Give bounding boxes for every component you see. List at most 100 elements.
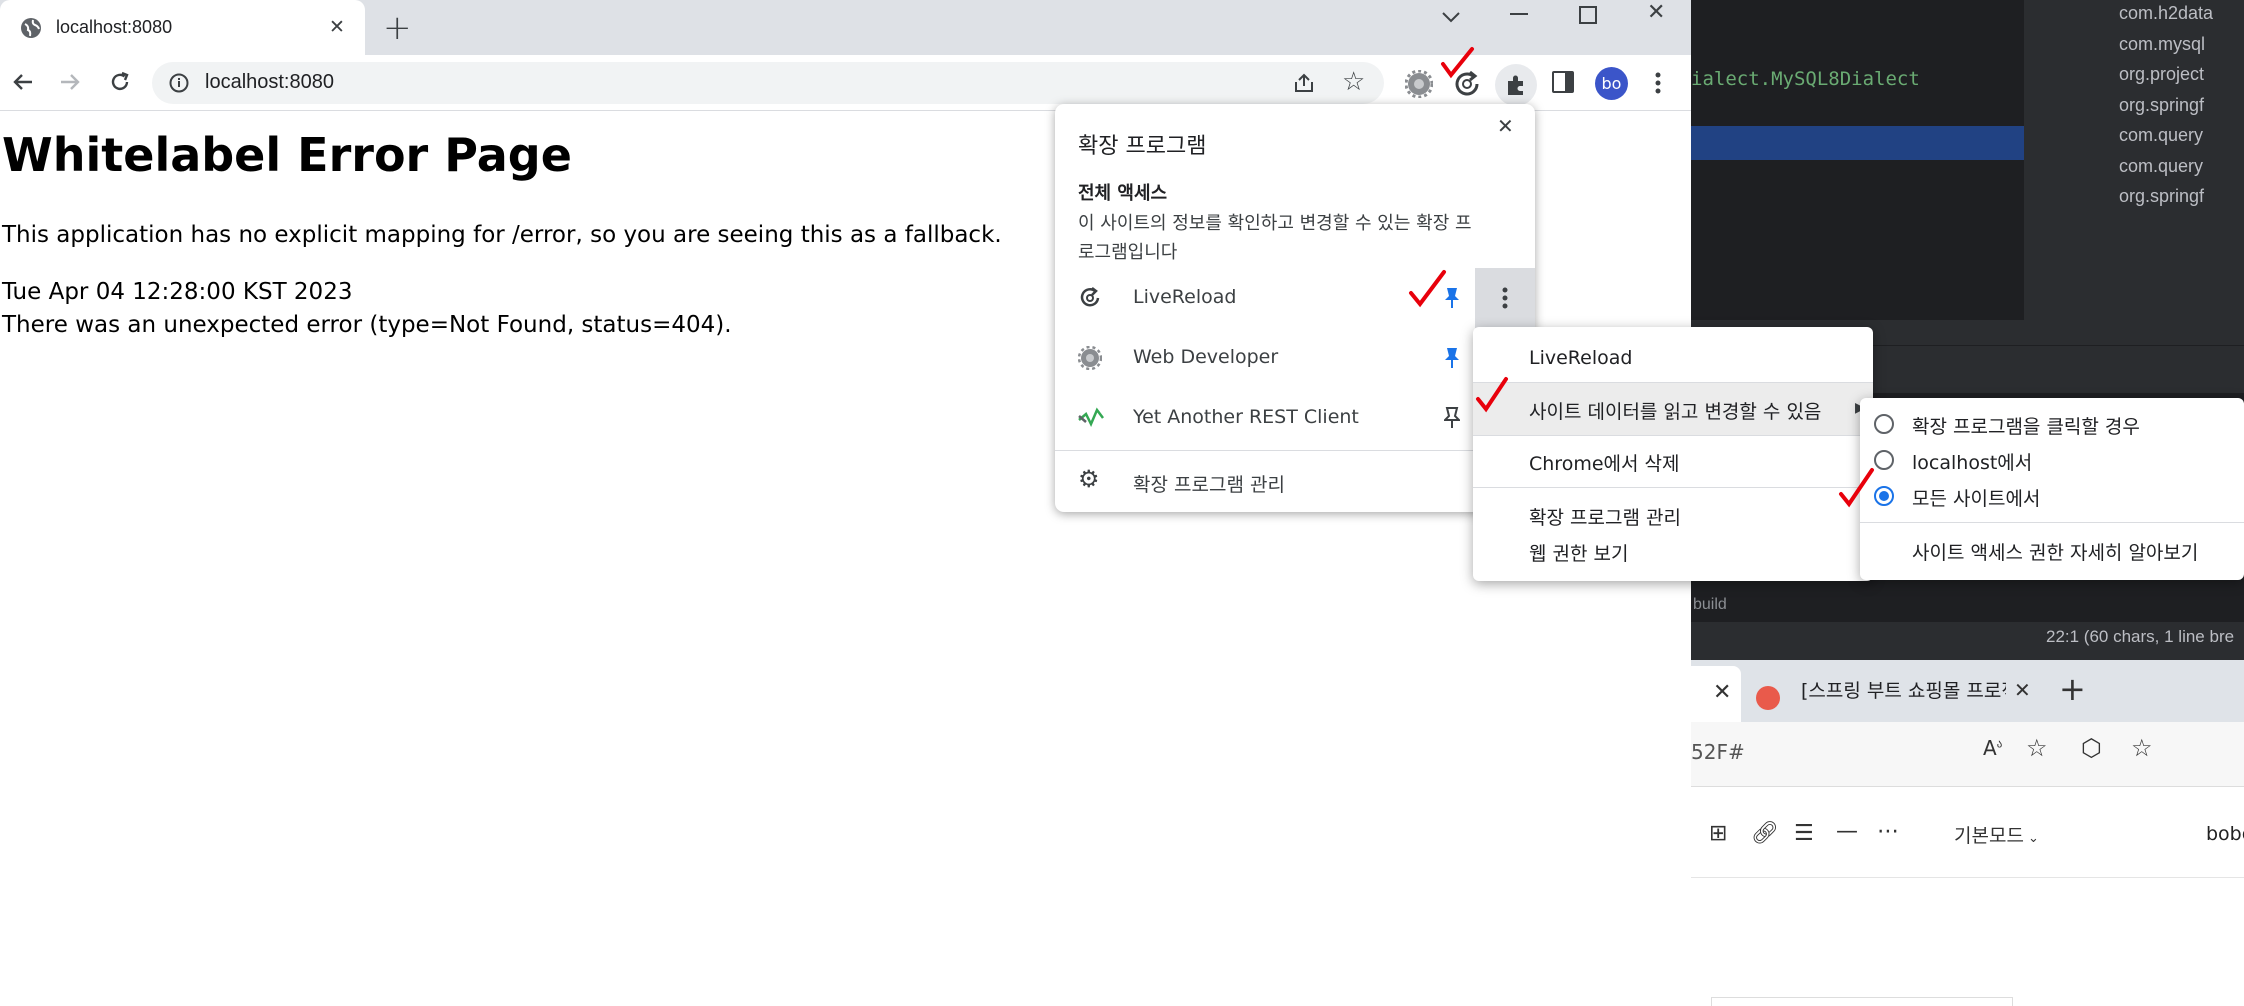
omnibox[interactable]: ☆: [152, 62, 1384, 104]
divider: [1860, 522, 2244, 523]
read-aloud-icon[interactable]: Aა: [1983, 736, 2002, 760]
ide-editor: [1691, 0, 2024, 320]
extensions-icon[interactable]: ⬡: [2081, 734, 2102, 762]
list-icon[interactable]: ☰: [1794, 821, 1814, 846]
yarc-icon: [1078, 406, 1104, 430]
menu-item-site-data[interactable]: 사이트 데이터를 읽고 변경할 수 있음 ▶: [1473, 383, 1873, 435]
learn-more-link[interactable]: 사이트 액세스 권한 자세히 알아보기: [1912, 538, 2198, 565]
tree-item[interactable]: com.mysql: [2119, 29, 2213, 60]
web-developer-toolbar-icon[interactable]: [1405, 70, 1433, 98]
tree-item[interactable]: org.project: [2119, 59, 2213, 90]
red-check-annotation-icon: [1408, 268, 1448, 310]
menu-item-label: 사이트 데이터를 읽고 변경할 수 있음: [1529, 401, 1822, 423]
extension-name: LiveReload: [1133, 286, 1237, 308]
extension-row-yarc[interactable]: Yet Another REST Client: [1055, 388, 1535, 448]
extension-row-livereload[interactable]: LiveReload: [1055, 268, 1535, 328]
avatar[interactable]: bo: [1595, 67, 1628, 100]
section-title: 전체 액세스: [1078, 183, 1168, 204]
error-detail: There was an unexpected error (type=Not …: [2, 312, 732, 338]
web-developer-icon: [1078, 346, 1102, 370]
edge-window: ✕ [스프링 부트 쇼핑몰 프로젝트 wi ✕ + 52F# Aა ☆ ⬡ ☆ …: [1691, 660, 2244, 1006]
tree-item[interactable]: com.h2data: [2119, 0, 2213, 29]
section-desc-line2: 로그램입니다: [1078, 242, 1178, 263]
tree-item[interactable]: org.springf: [2119, 181, 2213, 212]
editor-toolbar: ⊞ 🔗︎ ☰ — ⋯ 기본모드 ⌄ bobo: [1691, 787, 2244, 878]
divider: [1473, 435, 1873, 436]
reload-icon[interactable]: [102, 64, 138, 100]
globe-icon: [20, 17, 42, 39]
maximize-icon[interactable]: [1579, 6, 1597, 24]
red-check-annotation-icon: [1838, 466, 1876, 510]
tab-title: localhost:8080: [56, 17, 173, 37]
radio-unchecked-icon: [1874, 414, 1894, 434]
avatar-initials: bo: [1601, 74, 1622, 93]
menu-item-remove[interactable]: Chrome에서 삭제: [1529, 449, 1680, 476]
favorite-add-icon[interactable]: ☆: [2026, 734, 2048, 762]
pin-outline-icon[interactable]: [1444, 406, 1460, 430]
popup-title: 확장 프로그램: [1078, 134, 1207, 159]
new-tab-icon[interactable]: +: [383, 8, 412, 48]
extension-context-menu: LiveReload 사이트 데이터를 읽고 변경할 수 있음 ▶ Chrome…: [1473, 327, 1873, 581]
new-tab-icon[interactable]: +: [2059, 670, 2086, 708]
radio-label: 모든 사이트에서: [1912, 488, 2041, 510]
edge-tab-title[interactable]: [스프링 부트 쇼핑몰 프로젝트 wi: [1801, 676, 2006, 703]
site-access-submenu: 확장 프로그램을 클릭할 경우 localhost에서 모든 사이트에서 사이트…: [1860, 398, 2244, 580]
manage-extensions-label: 확장 프로그램 관리: [1133, 474, 1285, 496]
share-icon[interactable]: [1292, 72, 1316, 94]
edge-url-fragment[interactable]: 52F#: [1691, 740, 1745, 764]
tab-strip: localhost:8080 ✕ + ✕: [0, 0, 1691, 55]
divider-icon[interactable]: —: [1836, 819, 1858, 844]
bookmark-star-icon[interactable]: ☆: [1342, 67, 1365, 97]
mode-select[interactable]: 기본모드 ⌄: [1954, 821, 2039, 848]
chevron-down-icon: ⌄: [2023, 831, 2039, 846]
close-icon[interactable]: ✕: [2014, 678, 2031, 702]
manage-extensions-row[interactable]: ⚙ 확장 프로그램 관리: [1055, 450, 1535, 510]
ide-project-tree: com.h2data com.mysql org.project org.spr…: [2024, 0, 2244, 350]
extension-row-web-developer[interactable]: Web Developer: [1055, 328, 1535, 388]
page-title: Whitelabel Error Page: [2, 128, 572, 182]
error-timestamp: Tue Apr 04 12:28:00 KST 2023: [2, 279, 353, 305]
tree-item[interactable]: com.query: [2119, 151, 2213, 182]
close-icon[interactable]: ✕: [1497, 114, 1514, 138]
tree-item[interactable]: org.springf: [2119, 90, 2213, 121]
link-icon[interactable]: 🔗︎: [1751, 821, 1779, 846]
edge-prev-tab[interactable]: ✕: [1691, 666, 1741, 722]
favorites-icon[interactable]: ☆: [2131, 734, 2153, 762]
radio-unchecked-icon: [1874, 450, 1894, 470]
url-text[interactable]: localhost:8080: [205, 71, 334, 94]
radio-option-on-click[interactable]: 확장 프로그램을 클릭할 경우: [1860, 398, 2244, 438]
red-check-annotation-icon: [1475, 375, 1511, 415]
forward-icon[interactable]: [52, 64, 88, 100]
radio-option-all-sites[interactable]: 모든 사이트에서: [1860, 470, 2244, 510]
radio-option-localhost[interactable]: localhost에서: [1860, 434, 2244, 474]
ide-console-fragment: build: [1693, 596, 1727, 613]
menu-item-permissions[interactable]: 웹 권한 보기: [1529, 539, 1628, 566]
extensions-puzzle-icon[interactable]: [1495, 64, 1537, 106]
close-window-icon[interactable]: ✕: [1647, 0, 1665, 25]
close-icon[interactable]: ✕: [329, 16, 345, 38]
minimize-icon[interactable]: [1510, 13, 1528, 15]
red-check-annotation-icon: [1440, 46, 1476, 80]
tistory-favicon-icon: [1756, 686, 1780, 710]
ide-status-text: 22:1 (60 chars, 1 line bre: [2046, 627, 2235, 646]
mode-label: 기본모드: [1954, 825, 2024, 847]
back-icon[interactable]: [5, 64, 41, 100]
table-icon[interactable]: ⊞: [1709, 821, 1727, 846]
more-icon[interactable]: ⋯: [1877, 819, 1899, 844]
tree-item[interactable]: com.query: [2119, 120, 2213, 151]
menu-item-manage[interactable]: 확장 프로그램 관리: [1529, 503, 1681, 530]
error-message: This application has no explicit mapping…: [2, 222, 1002, 248]
ide-code-fragment: ialect.MySQL8Dialect: [1691, 68, 1920, 90]
tab-localhost[interactable]: localhost:8080 ✕: [0, 0, 365, 55]
section-desc-line1: 이 사이트의 정보를 확인하고 변경할 수 있는 확장 프: [1078, 213, 1472, 234]
pin-icon[interactable]: [1444, 346, 1460, 370]
close-icon[interactable]: ✕: [1713, 680, 1731, 705]
info-icon[interactable]: [169, 73, 189, 93]
extension-more-button[interactable]: [1475, 268, 1535, 328]
chevron-down-icon[interactable]: [1441, 10, 1461, 24]
side-panel-icon[interactable]: [1552, 71, 1574, 93]
edge-user-fragment: bobo: [2206, 823, 2244, 845]
more-vert-icon: [1502, 287, 1508, 309]
chrome-menu-icon[interactable]: [1655, 71, 1661, 95]
extensions-popup: 확장 프로그램 ✕ 전체 액세스 이 사이트의 정보를 확인하고 변경할 수 있…: [1055, 104, 1535, 512]
